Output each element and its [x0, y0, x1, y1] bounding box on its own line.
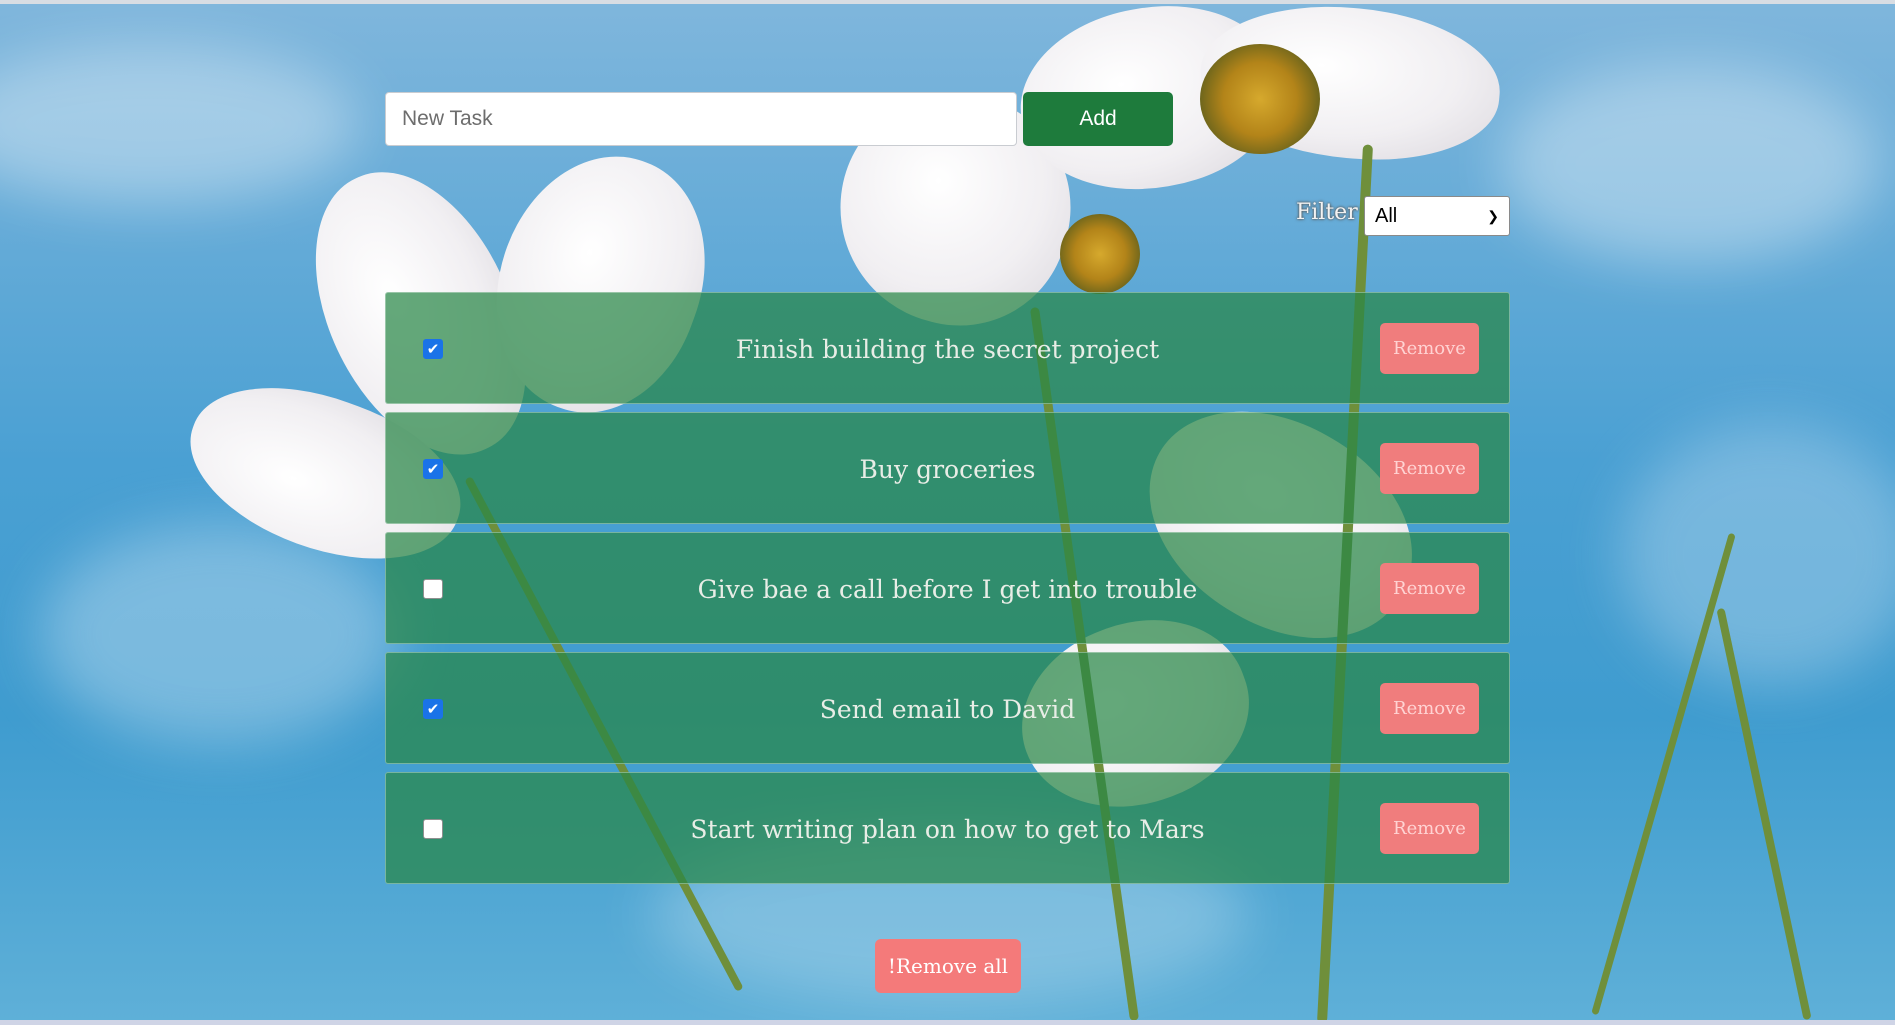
task-row: Give bae a call before I get into troubl… — [385, 532, 1510, 644]
background-cloud — [40, 524, 400, 744]
task-checkbox[interactable]: ✔ — [423, 699, 443, 719]
filter-selected-value: All — [1375, 204, 1398, 227]
chevron-down-icon: ❯ — [1487, 207, 1499, 224]
task-row: ✔ Buy groceries Remove — [385, 412, 1510, 524]
task-text: Give bae a call before I get into troubl… — [697, 574, 1198, 604]
task-checkbox[interactable]: ✔ — [423, 339, 443, 359]
remove-task-button[interactable]: Remove — [1380, 683, 1479, 734]
flower-center — [1200, 44, 1320, 154]
filter-label: Filter — [1296, 200, 1358, 225]
task-text: Finish building the secret project — [735, 334, 1160, 364]
flower-center — [1060, 214, 1140, 294]
background-cloud — [0, 44, 360, 204]
new-task-input[interactable] — [385, 92, 1017, 146]
bottom-border — [0, 1020, 1895, 1025]
checkmark-icon: ✔ — [426, 459, 440, 478]
task-text: Start writing plan on how to get to Mars — [690, 814, 1205, 844]
remove-task-button[interactable]: Remove — [1380, 323, 1479, 374]
task-row: Start writing plan on how to get to Mars… — [385, 772, 1510, 884]
background-cloud — [1500, 64, 1880, 264]
task-row: ✔ Finish building the secret project Rem… — [385, 292, 1510, 404]
task-checkbox[interactable] — [423, 579, 443, 599]
app-page: Add Filter All ❯ ✔ Finish building the s… — [0, 0, 1895, 1025]
remove-task-button[interactable]: Remove — [1380, 803, 1479, 854]
task-text: Send email to David — [819, 694, 1076, 724]
task-text: Buy groceries — [859, 454, 1036, 484]
background-cloud — [1620, 424, 1895, 684]
remove-task-button[interactable]: Remove — [1380, 563, 1479, 614]
task-checkbox[interactable] — [423, 819, 443, 839]
checkmark-icon: ✔ — [426, 699, 440, 718]
checkmark-icon: ✔ — [426, 339, 440, 358]
add-button[interactable]: Add — [1023, 92, 1173, 146]
task-checkbox[interactable]: ✔ — [423, 459, 443, 479]
filter-select[interactable]: All ❯ — [1364, 196, 1510, 236]
remove-all-button[interactable]: !Remove all — [875, 939, 1021, 993]
remove-task-button[interactable]: Remove — [1380, 443, 1479, 494]
task-list: ✔ Finish building the secret project Rem… — [385, 292, 1510, 892]
task-row: ✔ Send email to David Remove — [385, 652, 1510, 764]
